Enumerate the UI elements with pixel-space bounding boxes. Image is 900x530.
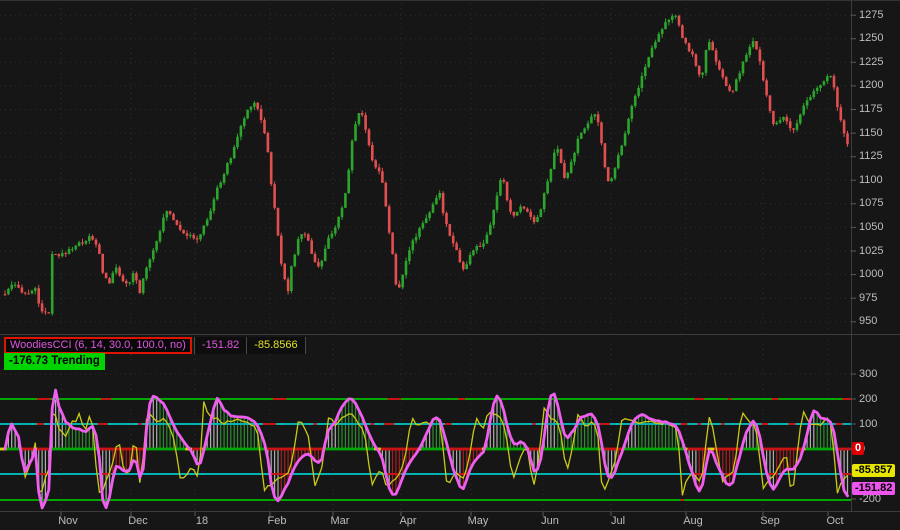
time-axis-label: Feb (268, 515, 287, 528)
indicator-value-cci6: -85.8566 (247, 337, 305, 354)
time-axis-label: Nov (58, 515, 78, 528)
time-axis-label: 18 (196, 515, 208, 528)
time-axis-label: Oct (826, 515, 843, 528)
indicator-label[interactable]: WoodiesCCI (6, 14, 30.0, 100.0, no) (4, 337, 192, 354)
time-axis-label: May (468, 515, 489, 528)
indicator-value-cci14: -151.82 (194, 337, 247, 354)
time-axis-label: Jul (611, 515, 625, 528)
trading-chart-window: 1275125012251200117511501125110010751050… (0, 0, 900, 530)
cci6-value-axis-badge: -85.857 (852, 464, 895, 477)
cci-panel (0, 390, 853, 508)
trending-status-badge: -176.73 Trending (4, 353, 105, 370)
indicator-axis-label: 100 (859, 418, 877, 431)
time-axis-label: Apr (399, 515, 416, 528)
chart-canvas[interactable] (0, 1, 900, 530)
indicator-axis[interactable]: 3002001000-100-200 (857, 1, 900, 511)
indicator-axis-label: 300 (859, 368, 877, 381)
time-axis-label: Jun (541, 515, 559, 528)
time-axis-label: Aug (683, 515, 703, 528)
time-axis-label: Sep (760, 515, 780, 528)
time-axis-label: Dec (128, 515, 148, 528)
time-axis-label: Mar (331, 515, 350, 528)
cci-level-lines (0, 398, 853, 501)
cci14-value-axis-badge: -151.82 (852, 482, 895, 495)
indicator-axis-label: 200 (859, 393, 877, 406)
indicator-header: WoodiesCCI (6, 14, 30.0, 100.0, no) -151… (4, 337, 306, 354)
zero-line-axis-badge: 0 (852, 442, 864, 455)
candlestick-series (4, 14, 849, 316)
time-axis[interactable]: Nov Dec 18 Feb Mar Apr May Jun Jul Aug Sep Oct (0, 512, 900, 530)
